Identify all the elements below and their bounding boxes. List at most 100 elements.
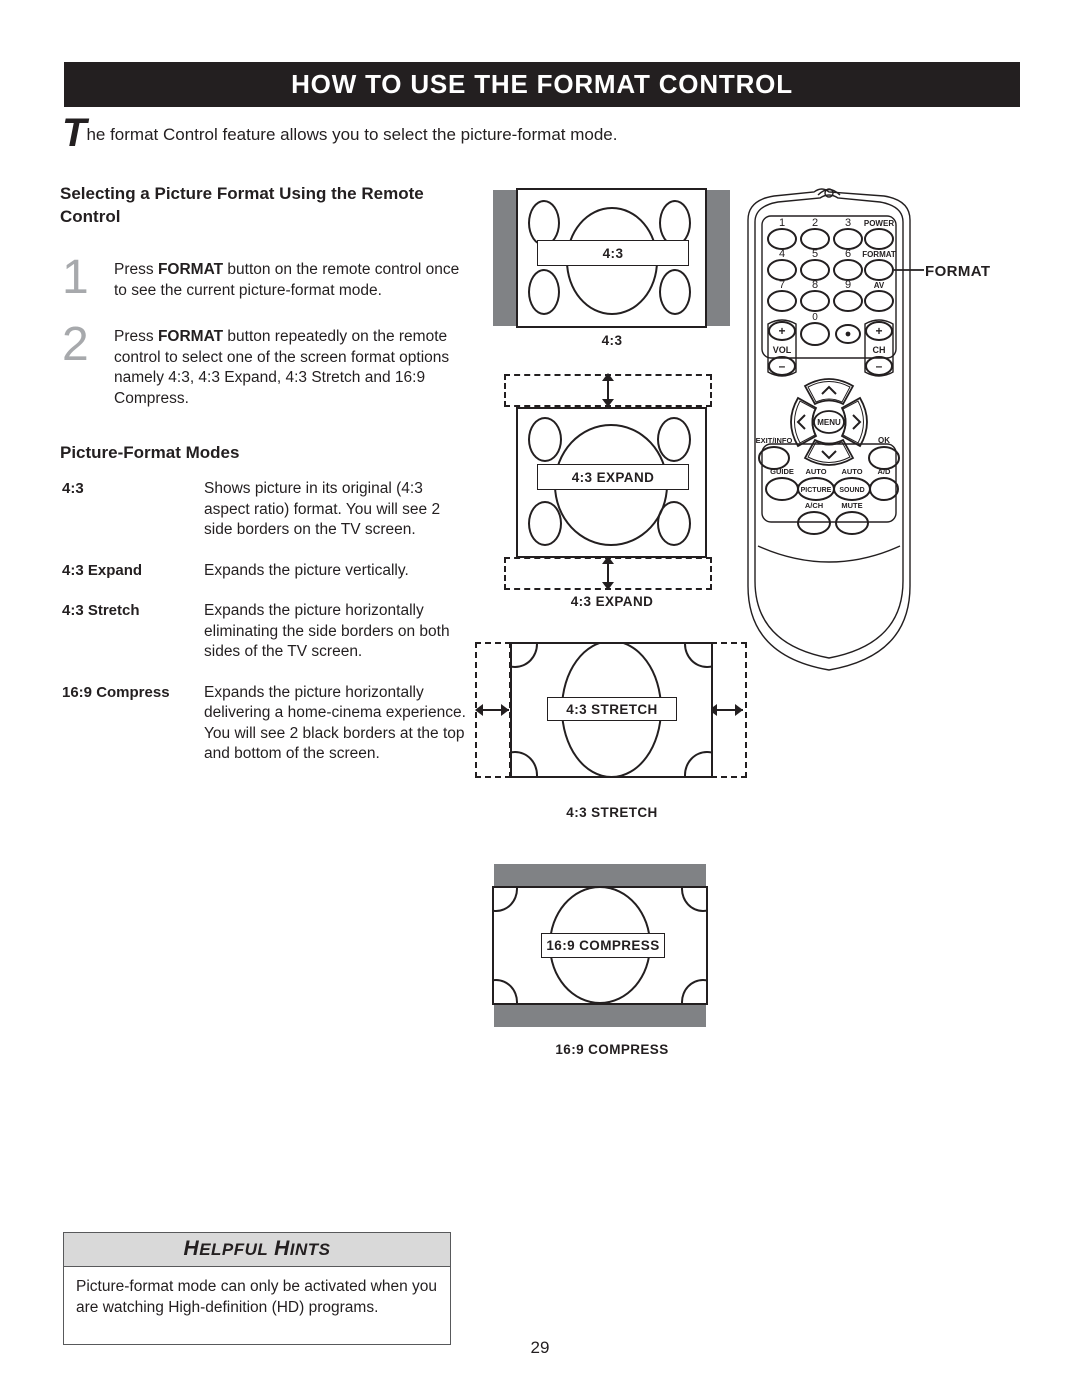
svg-text:–: – bbox=[779, 359, 786, 373]
diagram-caption: 16:9 COMPRESS bbox=[555, 1042, 669, 1057]
format-label-text: 4:3 bbox=[602, 245, 624, 261]
stretch-arrow-head-right-right bbox=[735, 704, 743, 716]
format-label-box: 4:3 EXPAND bbox=[537, 464, 689, 490]
corner-ellipse-bottom-right bbox=[684, 751, 711, 776]
svg-text:8: 8 bbox=[812, 279, 818, 291]
mode-description: Expands the picture horizontally deliver… bbox=[204, 683, 466, 763]
mode-row: 4:3 Shows picture in its original (4:3 a… bbox=[56, 479, 468, 541]
step-text: Press FORMAT button repeatedly on the re… bbox=[114, 323, 468, 409]
svg-text:CH: CH bbox=[873, 345, 886, 355]
helpful-hints-box: HELPFUL HINTS Picture-format mode can on… bbox=[63, 1232, 451, 1345]
remote-control-illustration: 1 2 3 POWER 4 5 6 FORMAT 7 8 9 AV 0 + VO… bbox=[734, 186, 924, 686]
diagram-caption: 4:3 EXPAND bbox=[570, 594, 654, 609]
stretch-arrow-head-right-left bbox=[501, 704, 509, 716]
svg-text:9: 9 bbox=[845, 279, 851, 291]
mode-description: Expands the picture horizontally elimina… bbox=[204, 602, 450, 660]
format-label-text: 4:3 STRETCH bbox=[566, 701, 658, 717]
tv-screen: 4:3 EXPAND bbox=[516, 407, 707, 558]
corner-ellipse-top-right bbox=[657, 417, 691, 462]
corner-ellipse-top-left bbox=[528, 417, 562, 462]
svg-text:3: 3 bbox=[845, 217, 851, 229]
svg-text:EXIT/INFO: EXIT/INFO bbox=[756, 436, 793, 445]
expand-arrow-head-down-top bbox=[602, 399, 614, 407]
svg-text:A/CH: A/CH bbox=[805, 501, 823, 510]
svg-text:–: – bbox=[876, 359, 883, 373]
expand-arrow-head-up-top bbox=[602, 373, 614, 381]
format-label-text: 16:9 COMPRESS bbox=[546, 938, 660, 953]
svg-text:AUTO: AUTO bbox=[805, 467, 826, 476]
corner-ellipse-bottom-left bbox=[494, 979, 518, 1003]
expand-arrow-head-down-bottom bbox=[602, 582, 614, 590]
svg-text:+: + bbox=[778, 324, 785, 338]
svg-text:0: 0 bbox=[812, 312, 818, 323]
page-header-bar: HOW TO USE THE FORMAT CONTROL bbox=[64, 62, 1020, 107]
corner-ellipse-bottom-left bbox=[512, 751, 538, 776]
mode-term: 16:9 Compress bbox=[62, 683, 170, 701]
svg-text:4: 4 bbox=[779, 248, 785, 260]
svg-text:5: 5 bbox=[812, 248, 818, 260]
svg-text:GUIDE: GUIDE bbox=[770, 467, 794, 476]
diagram-16-9-compress: 16:9 COMPRESS 16:9 COMPRESS bbox=[490, 862, 734, 1062]
intro-text: he format Control feature allows you to … bbox=[86, 125, 618, 144]
step-text-pre: Press bbox=[114, 328, 158, 345]
svg-text:MUTE: MUTE bbox=[841, 501, 862, 510]
svg-text:OK: OK bbox=[878, 436, 890, 445]
gray-side-bar-right bbox=[704, 190, 730, 326]
page-number: 29 bbox=[530, 1338, 550, 1357]
svg-text:+: + bbox=[875, 324, 882, 338]
diagram-4-3-stretch: 4:3 STRETCH 4:3 STRETCH bbox=[473, 640, 751, 825]
svg-text:AUTO: AUTO bbox=[841, 467, 862, 476]
format-label-box: 4:3 bbox=[537, 240, 689, 266]
svg-text:A/D: A/D bbox=[878, 467, 892, 476]
corner-ellipse-bottom-left bbox=[528, 501, 562, 546]
step-text-pre: Press bbox=[114, 261, 158, 278]
svg-text:SOUND: SOUND bbox=[839, 487, 864, 494]
format-callout-label: FORMAT bbox=[925, 263, 991, 280]
svg-text:7: 7 bbox=[779, 279, 785, 291]
mode-row: 4:3 Stretch Expands the picture horizont… bbox=[56, 601, 468, 663]
mode-description: Shows picture in its original (4:3 aspec… bbox=[204, 480, 441, 538]
page-title: HOW TO USE THE FORMAT CONTROL bbox=[291, 69, 793, 99]
helpful-hints-title: HELPFUL HINTS bbox=[183, 1237, 331, 1260]
gray-bottom-bar bbox=[494, 1003, 706, 1027]
corner-ellipse-top-left bbox=[512, 644, 538, 668]
left-column: Selecting a Picture Format Using the Rem… bbox=[56, 182, 468, 785]
format-label-text: 4:3 EXPAND bbox=[571, 469, 655, 485]
tv-screen: 4:3 bbox=[516, 188, 707, 328]
svg-text:AV: AV bbox=[874, 281, 885, 290]
step-item: 2 Press FORMAT button repeatedly on the … bbox=[56, 318, 468, 409]
svg-text:2: 2 bbox=[812, 217, 818, 229]
corner-ellipse-top-right bbox=[681, 888, 706, 912]
format-label-box: 16:9 COMPRESS bbox=[541, 933, 665, 958]
corner-ellipse-top-left bbox=[494, 888, 518, 912]
intro-paragraph: The format Control feature allows you to… bbox=[62, 113, 862, 153]
step-text: Press FORMAT button on the remote contro… bbox=[114, 256, 468, 301]
modes-heading: Picture-Format Modes bbox=[60, 443, 240, 462]
corner-ellipse-bottom-left bbox=[528, 269, 560, 315]
modes-list: 4:3 Shows picture in its original (4:3 a… bbox=[56, 479, 468, 765]
corner-ellipse-bottom-right bbox=[659, 269, 691, 315]
diagram-4-3: 4:3 4:3 bbox=[490, 186, 734, 351]
stretch-arrow-head-left-left bbox=[475, 704, 483, 716]
mode-description: Expands the picture vertically. bbox=[204, 561, 409, 579]
diagram-4-3-expand: 4:3 EXPAND 4:3 EXPAND bbox=[490, 372, 734, 612]
svg-text:1: 1 bbox=[779, 217, 785, 229]
mode-row: 4:3 Expand Expands the picture verticall… bbox=[56, 561, 468, 582]
svg-text:POWER: POWER bbox=[864, 219, 894, 228]
mode-term: 4:3 bbox=[62, 480, 84, 497]
diagram-caption: 4:3 bbox=[601, 333, 623, 348]
step-text-bold: FORMAT bbox=[157, 261, 224, 278]
svg-text:PICTURE: PICTURE bbox=[801, 487, 832, 494]
selecting-heading: Selecting a Picture Format Using the Rem… bbox=[60, 184, 424, 226]
corner-ellipse-bottom-right bbox=[681, 979, 706, 1003]
mode-term: 4:3 Stretch bbox=[62, 602, 140, 619]
step-number: 2 bbox=[62, 318, 89, 371]
mode-row: 16:9 Compress Expands the picture horizo… bbox=[56, 683, 468, 765]
svg-text:VOL: VOL bbox=[773, 345, 792, 355]
step-text-bold: FORMAT bbox=[157, 328, 224, 345]
intro-dropcap: T bbox=[62, 111, 87, 155]
step-item: 1 Press FORMAT button on the remote cont… bbox=[56, 254, 468, 302]
corner-ellipse-top-right bbox=[684, 644, 711, 668]
helpful-hints-header: HELPFUL HINTS bbox=[64, 1233, 450, 1267]
svg-text:MENU: MENU bbox=[817, 418, 841, 427]
